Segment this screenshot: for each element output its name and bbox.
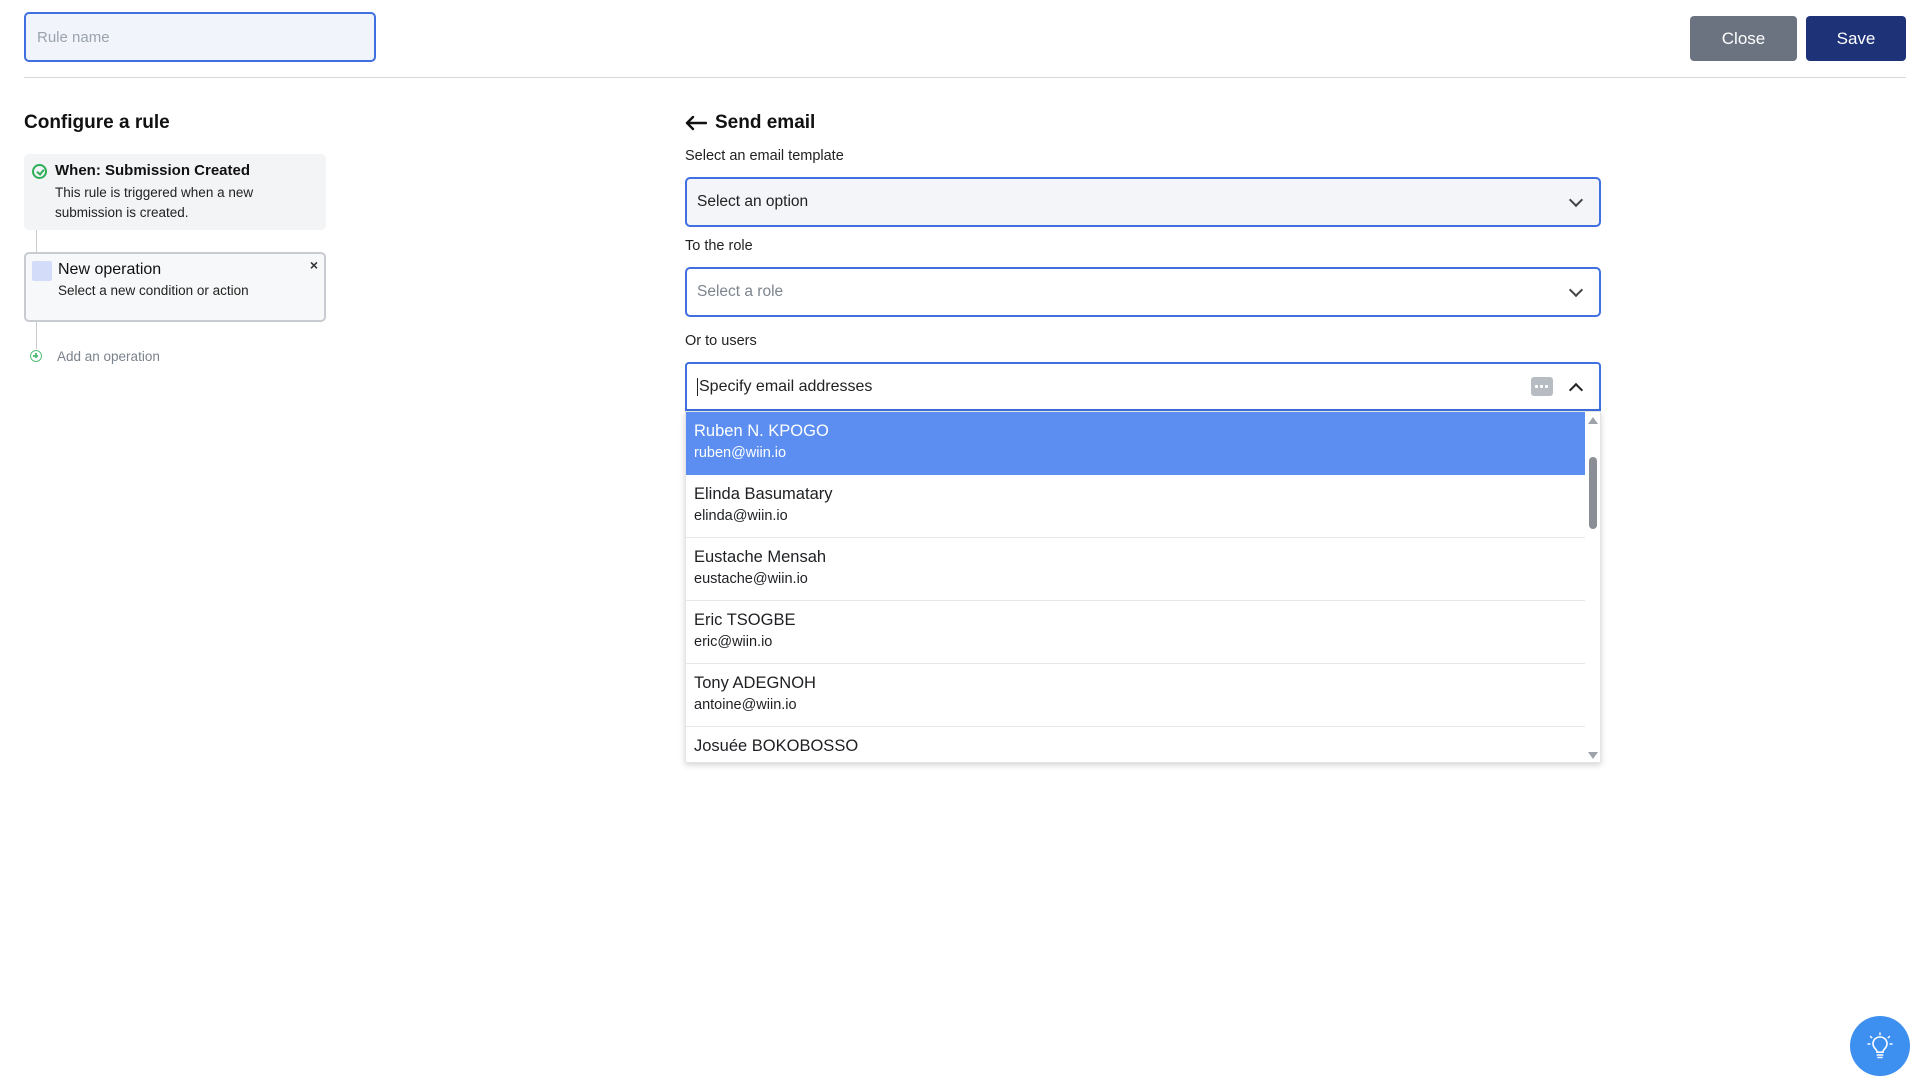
back-button[interactable]: Send email xyxy=(685,112,815,134)
user-option-name: Tony ADEGNOH xyxy=(694,674,816,692)
user-option[interactable]: Tony ADEGNOH antoine@wiin.io xyxy=(686,664,1586,727)
user-option-name: Elinda Basumatary xyxy=(694,485,833,503)
operation-description: Select a new condition or action xyxy=(58,283,249,298)
template-select[interactable]: Select an option xyxy=(685,177,1601,227)
user-option[interactable]: Eustache Mensah eustache@wiin.io xyxy=(686,538,1586,601)
user-option-name: Eustache Mensah xyxy=(694,548,827,566)
chevron-down-icon xyxy=(1568,192,1584,207)
users-dropdown[interactable]: Ruben N. KPOGO ruben@wiin.io Elinda Basu… xyxy=(685,411,1601,763)
trigger-title: When: Submission Created xyxy=(55,162,251,179)
save-button[interactable]: Save xyxy=(1806,16,1906,61)
scroll-up-icon[interactable] xyxy=(1588,417,1598,424)
role-label: To the role xyxy=(685,238,753,254)
dropdown-scrollbar[interactable] xyxy=(1585,412,1600,762)
template-select-value: Select an option xyxy=(697,193,809,210)
top-bar: Close Save xyxy=(0,0,1920,78)
check-circle-icon xyxy=(32,164,47,179)
plus-circle-icon xyxy=(30,350,42,362)
user-option-name: Josuée BOKOBOSSO xyxy=(694,737,859,755)
new-operation-card[interactable]: New operation Select a new condition or … xyxy=(24,252,326,322)
connector-line xyxy=(36,322,37,349)
configure-rule-title: Configure a rule xyxy=(24,112,170,133)
template-label: Select an email template xyxy=(685,148,844,164)
arrow-left-icon xyxy=(685,115,707,131)
role-select-placeholder: Select a role xyxy=(697,283,784,300)
user-option-email: antoine@wiin.io xyxy=(694,697,797,713)
lightbulb-icon xyxy=(1867,1032,1893,1059)
operation-swatch xyxy=(32,261,52,281)
keyboard-icon[interactable] xyxy=(1531,377,1553,396)
user-option[interactable]: Ruben N. KPOGO ruben@wiin.io xyxy=(686,412,1586,475)
user-option-email: eustache@wiin.io xyxy=(694,571,808,587)
connector-line xyxy=(36,230,37,252)
user-option[interactable]: Josuée BOKOBOSSO xyxy=(686,727,1586,762)
scrollbar-thumb[interactable] xyxy=(1589,457,1597,529)
trigger-description: This rule is triggered when a new submis… xyxy=(55,185,254,220)
user-option[interactable]: Elinda Basumatary elinda@wiin.io xyxy=(686,475,1586,538)
rule-name-input[interactable] xyxy=(24,12,376,62)
header-divider xyxy=(24,77,1906,78)
chevron-down-icon xyxy=(1568,282,1584,297)
user-option-email: eric@wiin.io xyxy=(694,634,773,650)
trigger-card[interactable]: When: Submission Created This rule is tr… xyxy=(24,154,326,230)
section-title: Send email xyxy=(715,112,816,133)
scroll-down-icon[interactable] xyxy=(1588,752,1598,759)
user-option[interactable]: Eric TSOGBE eric@wiin.io xyxy=(686,601,1586,664)
operation-title: New operation xyxy=(58,261,162,278)
user-option-email: ruben@wiin.io xyxy=(694,445,787,461)
close-button[interactable]: Close xyxy=(1690,16,1797,61)
users-label: Or to users xyxy=(685,333,757,349)
user-option-name: Ruben N. KPOGO xyxy=(694,422,829,440)
users-input[interactable]: Specify email addresses xyxy=(685,362,1601,411)
user-option-email: elinda@wiin.io xyxy=(694,508,788,524)
add-operation-button[interactable]: Add an operation xyxy=(30,347,160,365)
help-button[interactable] xyxy=(1850,1016,1910,1076)
user-option-name: Eric TSOGBE xyxy=(694,611,796,629)
users-input-placeholder: Specify email addresses xyxy=(697,377,1531,396)
role-select[interactable]: Select a role xyxy=(685,267,1601,317)
close-icon[interactable]: × xyxy=(310,257,318,273)
chevron-up-icon[interactable] xyxy=(1568,382,1584,397)
add-operation-label: Add an operation xyxy=(57,348,160,364)
